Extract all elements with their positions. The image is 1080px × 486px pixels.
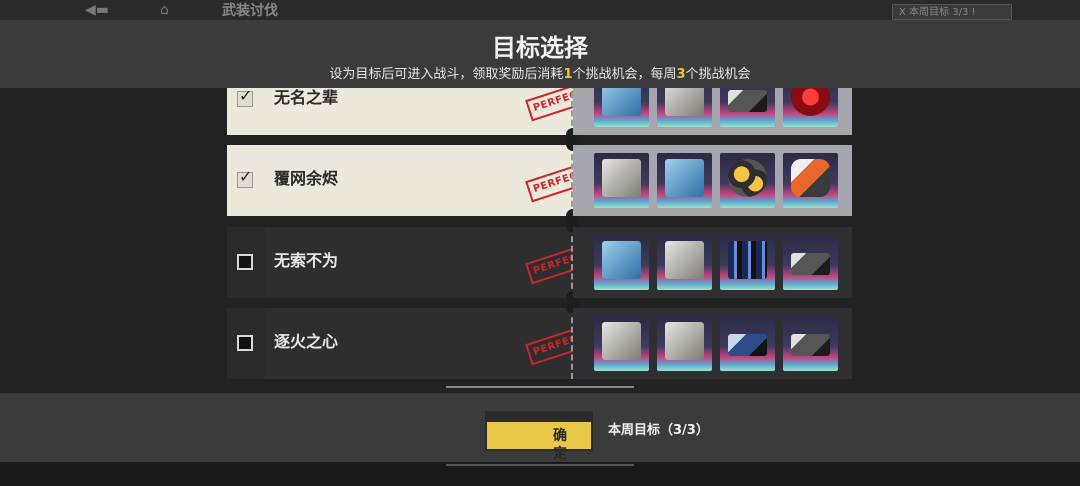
- target-row-1[interactable]: ✓ 无名之辈 PERFECT: [227, 88, 852, 142]
- check-icon: ✓: [239, 167, 253, 186]
- confirm-button[interactable]: 确定: [485, 411, 593, 462]
- gun-dark-icon[interactable]: [783, 235, 838, 290]
- back-arrow-icon: ◀▬: [85, 2, 109, 18]
- target-list[interactable]: ✓ 无名之辈 PERFECT ✓ 覆网余烬 PERFECT 无索不为 PERFE…: [0, 88, 1080, 393]
- bottom-handle: [446, 464, 634, 466]
- target-row-info: 无索不为 PERFECT: [227, 227, 593, 298]
- background-weekly-badge: X 本周目标 3/3 !: [892, 4, 1012, 20]
- target-name: 覆网余烬: [274, 169, 339, 188]
- scroll-indicator[interactable]: [446, 386, 634, 388]
- book-grey-icon[interactable]: [657, 316, 712, 371]
- book-blue-icon[interactable]: [594, 88, 649, 127]
- target-checkbox[interactable]: [237, 254, 253, 270]
- book-grey-icon[interactable]: [657, 235, 712, 290]
- gun-dark-icon[interactable]: [720, 88, 775, 127]
- gun-dark-icon[interactable]: [783, 316, 838, 371]
- target-name: 逐火之心: [274, 332, 339, 351]
- target-checkbox[interactable]: ✓: [237, 88, 253, 107]
- book-blue-icon[interactable]: [594, 235, 649, 290]
- book-blue-icon[interactable]: [657, 153, 712, 208]
- red-core-icon[interactable]: [783, 88, 838, 127]
- reward-items: [573, 308, 852, 379]
- core-gold-icon[interactable]: [720, 153, 775, 208]
- book-grey-icon[interactable]: [657, 88, 712, 127]
- target-row-2[interactable]: ✓ 覆网余烬 PERFECT: [227, 137, 852, 223]
- target-row-info: 逐火之心 PERFECT: [227, 308, 593, 379]
- target-name: 无名之辈: [274, 88, 339, 107]
- target-row-4[interactable]: 逐火之心 PERFECT: [227, 300, 852, 379]
- check-icon: ✓: [239, 88, 253, 105]
- target-checkbox[interactable]: ✓: [237, 167, 253, 188]
- gun-blue-icon[interactable]: [720, 316, 775, 371]
- target-row-info: ✓ 覆网余烬 PERFECT: [227, 145, 593, 216]
- rails-icon[interactable]: [720, 235, 775, 290]
- background-title: 武装讨伐: [222, 3, 278, 19]
- confirm-button-label: 确定: [553, 428, 573, 462]
- target-row-3[interactable]: 无索不为 PERFECT: [227, 219, 852, 305]
- core-orange-icon[interactable]: [783, 153, 838, 208]
- book-grey-icon[interactable]: [594, 153, 649, 208]
- reward-items: [573, 227, 852, 298]
- target-row-info: ✓ 无名之辈 PERFECT: [227, 88, 593, 135]
- target-name: 无索不为: [274, 251, 339, 270]
- reward-items: [573, 88, 852, 135]
- target-checkbox[interactable]: [237, 335, 253, 351]
- modal-subtitle: 设为目标后可进入战斗，领取奖励后消耗1个挑战机会，每周3个挑战机会: [329, 67, 751, 82]
- weekly-target-count: 本周目标（3/3）: [608, 423, 709, 438]
- book-grey-icon[interactable]: [594, 316, 649, 371]
- modal-title: 目标选择: [492, 34, 588, 62]
- reward-items: [573, 145, 852, 216]
- home-icon: ⌂: [160, 2, 169, 18]
